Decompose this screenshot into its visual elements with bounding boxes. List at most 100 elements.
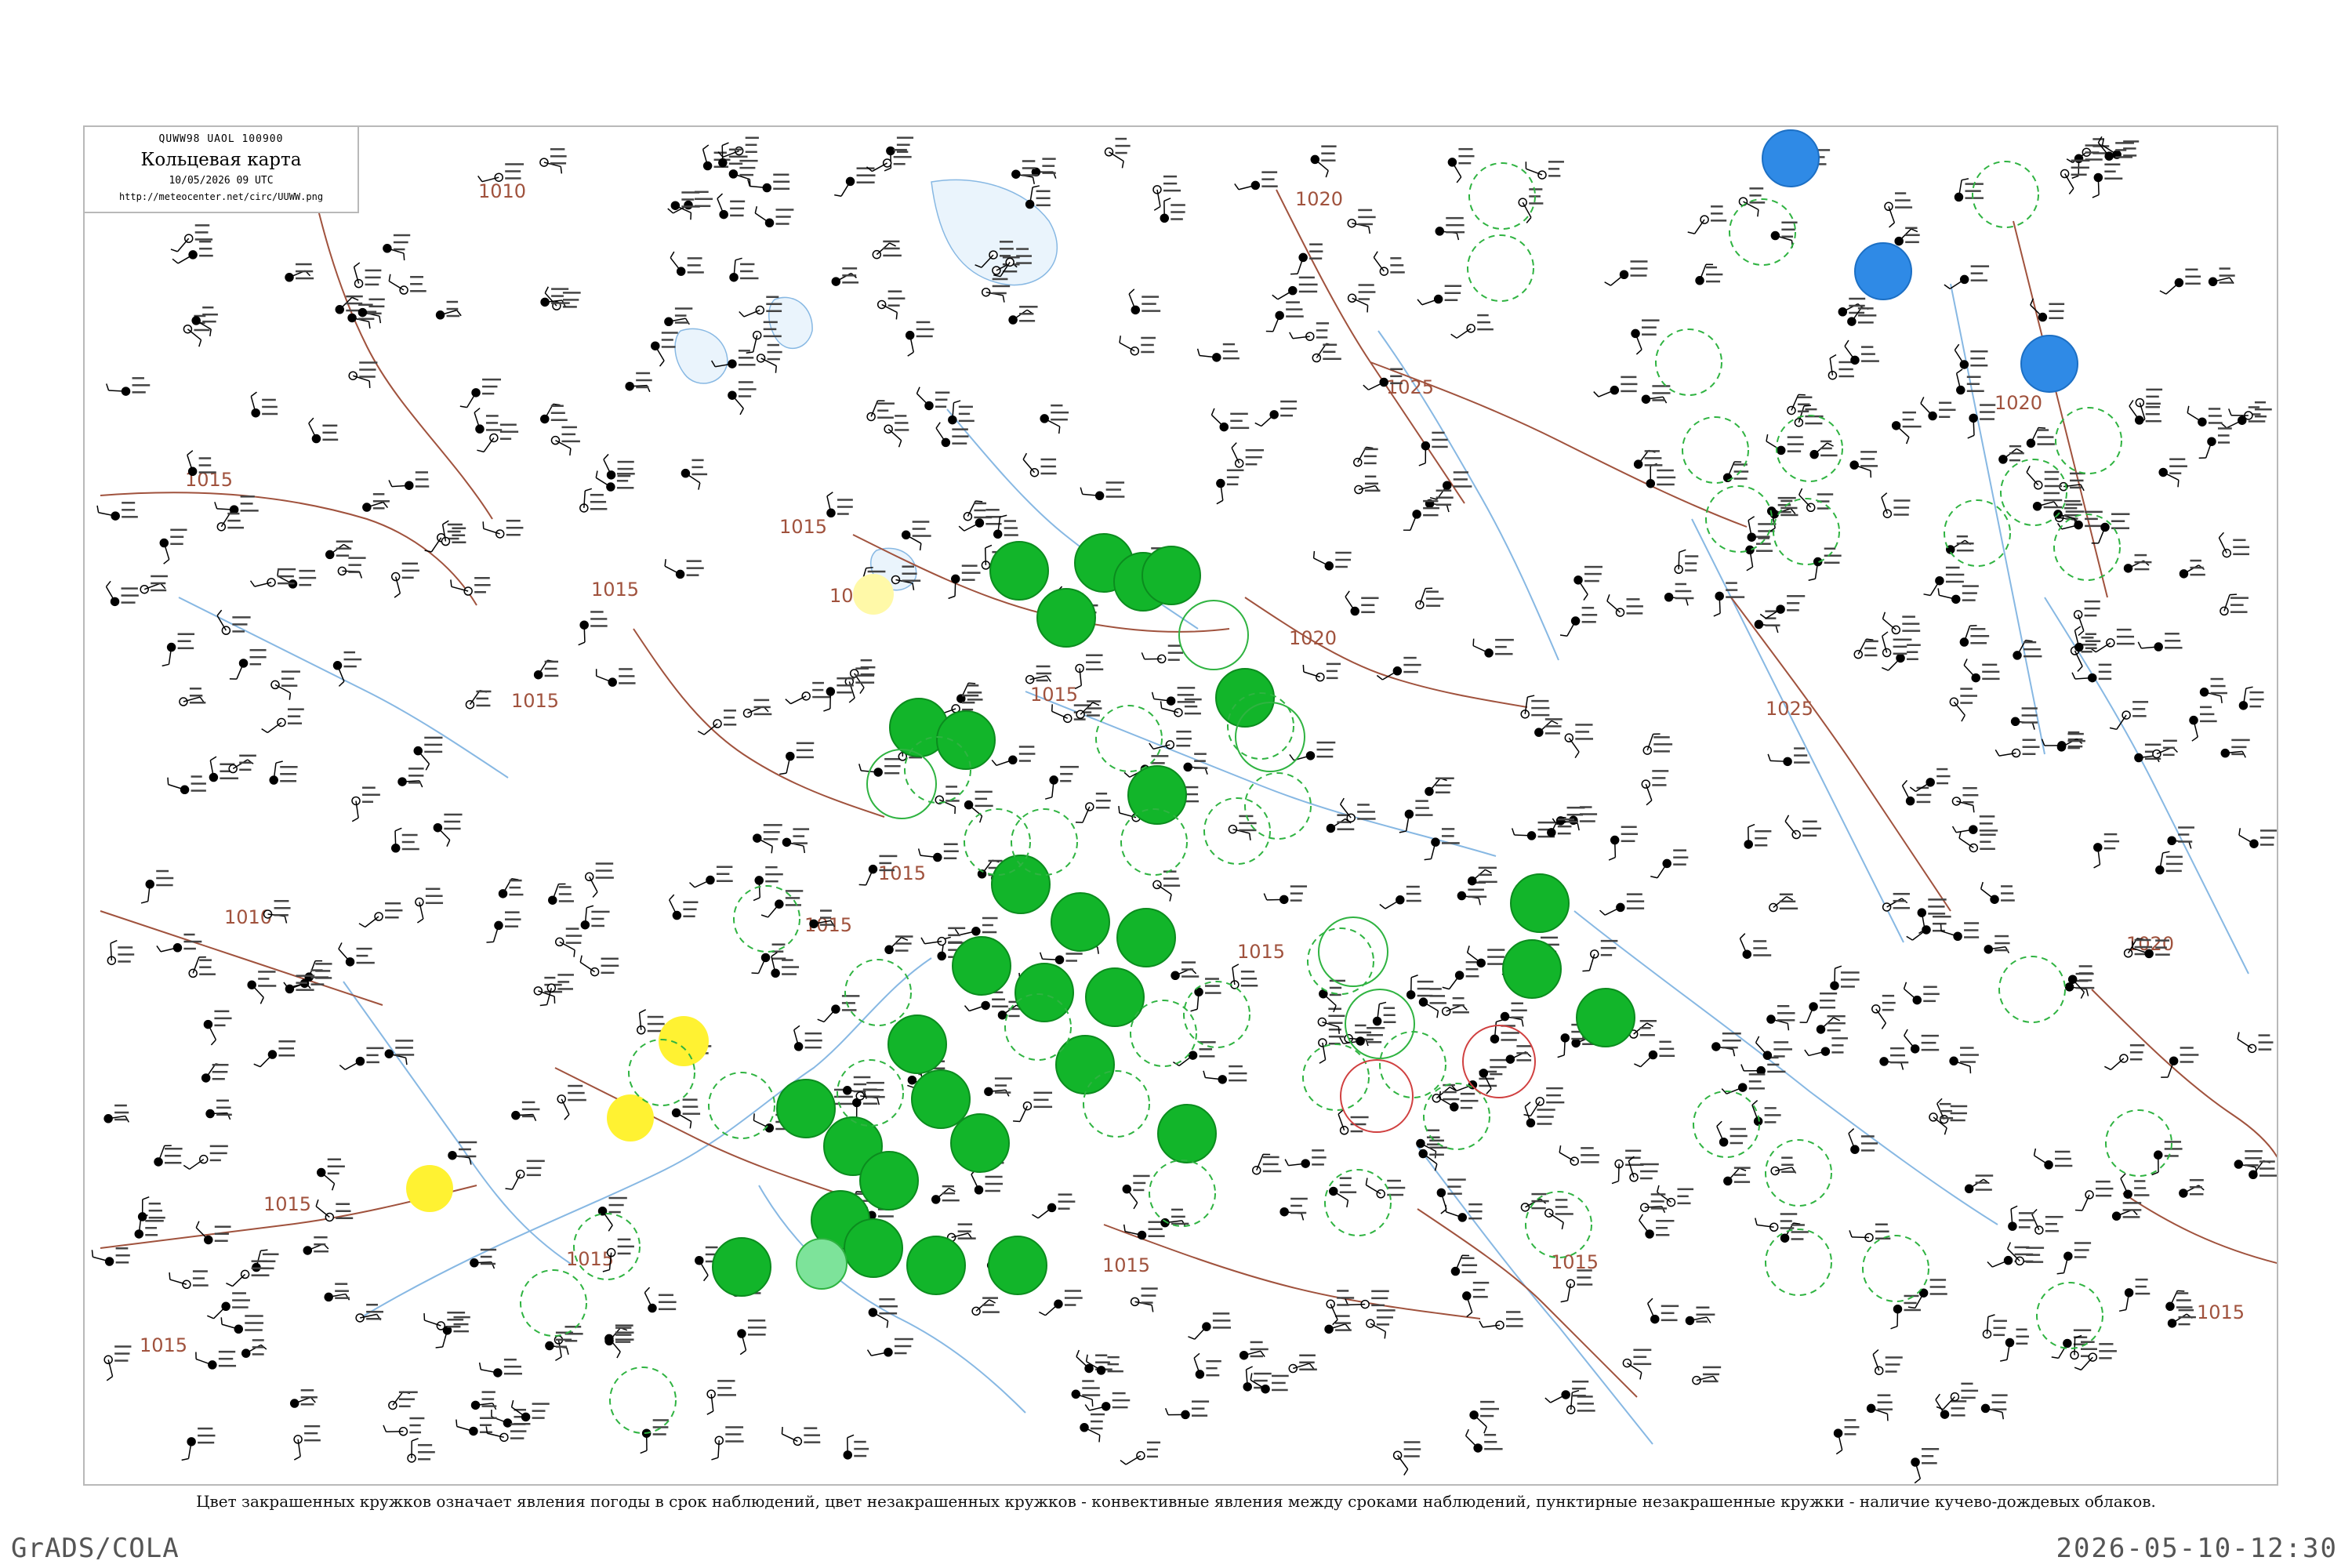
station-reading: [1446, 223, 1465, 227]
station-reading: [2219, 281, 2234, 284]
station-reading: [616, 473, 635, 475]
station-plot: [188, 956, 216, 978]
cb-ring: [2053, 514, 2121, 581]
station-reading: [1326, 670, 1338, 673]
station-reading: [942, 1192, 956, 1195]
wind-barb-feather: [1153, 205, 1161, 211]
station-reading: [837, 499, 853, 501]
station-reading: [274, 899, 289, 902]
station-reading: [1312, 1149, 1325, 1152]
station-reading: [2081, 651, 2092, 653]
station-plot: [1231, 442, 1265, 468]
station-plot: [1250, 1373, 1289, 1394]
station-reading: [2043, 506, 2063, 509]
wind-barb-feather: [848, 697, 855, 703]
station-reading: [1423, 506, 1439, 510]
wind-barb: [1194, 1326, 1207, 1340]
convective-ring: [1318, 916, 1388, 987]
station-reading: [1929, 1293, 1947, 1295]
station-reading: [151, 589, 167, 592]
station-reading: [1390, 264, 1404, 267]
station-plot: [1954, 343, 1988, 369]
station-reading: [132, 377, 144, 379]
wind-barb: [1566, 620, 1577, 637]
station-reading: [1642, 326, 1657, 328]
wind-barb-feather: [187, 450, 194, 456]
station-reading: [856, 174, 876, 176]
weather-circles: [406, 129, 2172, 1434]
station-reading: [1184, 705, 1198, 708]
station-reading: [1230, 412, 1248, 416]
station-reading: [1661, 1312, 1675, 1315]
wind-barb-feather: [739, 1349, 746, 1356]
station-reading: [943, 843, 958, 846]
station-reading: [1875, 1230, 1889, 1232]
wind-barb-feather: [163, 558, 170, 564]
station-plot: [1871, 994, 1896, 1029]
station-plot: [1847, 307, 1877, 326]
station-reading: [1163, 175, 1178, 178]
station-reading: [216, 1106, 231, 1109]
isobar-label: 1010: [478, 180, 526, 202]
station-reading: [793, 835, 805, 837]
wind-barb: [1693, 219, 1705, 234]
station-reading: [957, 1237, 976, 1240]
wind-barb-feather: [1379, 1001, 1387, 1005]
station-plot: [831, 267, 859, 286]
station-plot: [167, 775, 206, 795]
station-reading: [1656, 1219, 1675, 1222]
station-plot: [140, 575, 168, 594]
station-reading: [952, 435, 969, 437]
station-reading: [2085, 524, 2102, 528]
wind-barb: [417, 750, 430, 764]
wind-barb-feather: [1748, 516, 1755, 521]
station-reading: [189, 695, 203, 697]
station-reading: [1495, 652, 1513, 655]
station-reading: [151, 575, 168, 578]
station-reading: [616, 480, 629, 482]
wind-barb: [1316, 343, 1327, 358]
station-reading: [647, 1015, 664, 1018]
wind-barb-feather: [1466, 946, 1470, 953]
rivers: [178, 283, 2249, 1445]
station-reading: [1921, 1041, 1936, 1044]
station-reading: [988, 859, 1003, 862]
station-plot: [303, 1236, 329, 1255]
station-plot: [459, 378, 502, 408]
station-plot: [1646, 463, 1676, 488]
station-reading: [617, 1245, 634, 1248]
station-reading: [2115, 149, 2127, 151]
wind-barb-feather: [249, 580, 256, 587]
wind-barb-feather: [405, 1058, 408, 1065]
station-reading: [1805, 408, 1817, 411]
station-reading: [156, 877, 174, 880]
station-reading: [974, 516, 993, 519]
station-plot: [718, 142, 748, 168]
station-reading: [2258, 1041, 2274, 1044]
wind-barb: [1911, 929, 1927, 941]
station-plot: [293, 1425, 321, 1461]
station-reading: [1042, 158, 1056, 160]
station-reading: [893, 162, 906, 165]
wind-barb: [1397, 1454, 1409, 1470]
station-plot: [2237, 1032, 2274, 1054]
wind-barb-feather: [2074, 1367, 2082, 1371]
wind-barb-feather: [1133, 1202, 1138, 1210]
station-reading: [1212, 1319, 1231, 1322]
station-reading: [408, 782, 422, 784]
station-reading: [894, 1345, 912, 1348]
wind-barb: [2165, 281, 2180, 295]
station-reading: [2134, 946, 2153, 949]
station-reading: [2135, 1292, 2151, 1295]
isobar-label: 1015: [140, 1334, 187, 1356]
station-reading: [1115, 144, 1131, 147]
station-reading: [1939, 1109, 1952, 1112]
station-reading: [1176, 744, 1191, 747]
wind-barb: [1639, 1220, 1650, 1235]
station-plot: [1128, 289, 1161, 315]
map-url[interactable]: http://meteocenter.net/circ/UUWW.png: [85, 191, 358, 202]
wind-barb-feather: [210, 1039, 216, 1046]
station-plot: [717, 193, 746, 220]
station-reading: [114, 1359, 129, 1362]
station-reading: [424, 736, 443, 739]
